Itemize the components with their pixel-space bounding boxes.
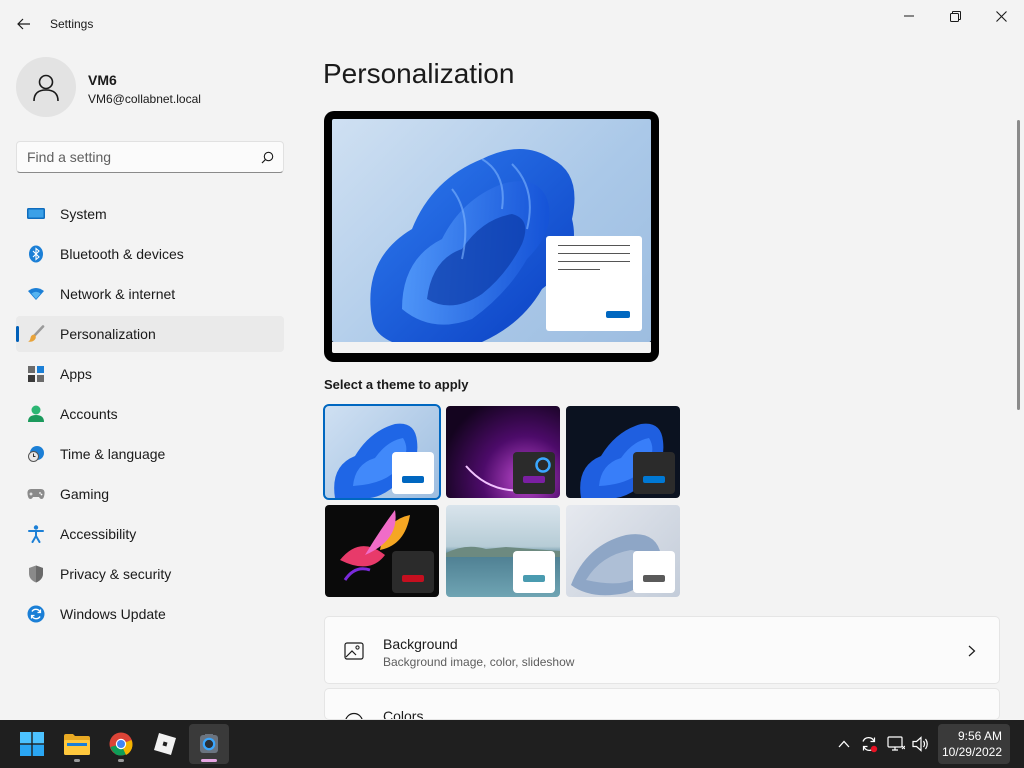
clock-time: 9:56 AM	[957, 729, 1002, 743]
gamepad-icon	[27, 485, 45, 503]
monitor-icon	[27, 205, 45, 223]
close-icon	[995, 10, 1007, 22]
sidebar-item-personalization[interactable]: Personalization	[16, 316, 284, 352]
chevron-right-icon	[965, 644, 979, 658]
start-button[interactable]	[12, 724, 52, 764]
chevron-up-icon[interactable]	[834, 734, 854, 754]
theme-captured-motion[interactable]	[325, 505, 439, 597]
theme-preview	[324, 111, 659, 362]
sidebar-item-windows-update[interactable]: Windows Update	[16, 596, 284, 632]
chrome-icon	[109, 732, 133, 756]
bluetooth-icon	[27, 245, 45, 263]
sidebar-item-network[interactable]: Network & internet	[16, 276, 284, 312]
wifi-icon	[27, 285, 45, 303]
taskbar: 9:56 AM 10/29/2022	[0, 720, 1024, 768]
theme-windows-light[interactable]	[323, 404, 441, 500]
search-box	[16, 141, 284, 173]
background-title: Background	[383, 636, 458, 652]
image-icon	[343, 640, 365, 662]
theme-flow[interactable]	[566, 505, 680, 597]
app-title: Settings	[50, 17, 94, 31]
brush-icon	[27, 325, 45, 343]
close-button[interactable]	[978, 4, 1024, 28]
settings-icon	[200, 734, 218, 753]
accessibility-icon	[27, 525, 45, 543]
search-input[interactable]	[17, 149, 251, 165]
sync-alert-icon[interactable]	[859, 734, 879, 754]
sidebar-item-bluetooth[interactable]: Bluetooth & devices	[16, 236, 284, 272]
update-icon	[27, 605, 45, 623]
taskbar-roblox[interactable]	[145, 724, 185, 764]
back-button[interactable]	[10, 10, 38, 38]
theme-sunrise[interactable]	[446, 505, 560, 597]
clock-globe-icon	[27, 445, 45, 463]
sidebar-item-apps[interactable]: Apps	[16, 356, 284, 392]
preview-accent-button	[606, 311, 630, 318]
taskbar-settings[interactable]	[189, 724, 229, 764]
file-explorer-icon	[64, 734, 90, 755]
network-monitor-icon[interactable]	[886, 734, 906, 754]
preview-taskbar	[332, 342, 651, 353]
preview-window	[546, 236, 642, 331]
clock-date: 10/29/2022	[941, 745, 1002, 759]
sidebar-item-privacy[interactable]: Privacy & security	[16, 556, 284, 592]
restore-icon	[949, 10, 961, 22]
scrollbar[interactable]	[1017, 120, 1020, 410]
background-card[interactable]: Background Background image, color, slid…	[324, 616, 1000, 684]
apps-icon	[27, 365, 45, 383]
person-icon	[33, 74, 59, 102]
page-title: Personalization	[323, 58, 515, 89]
colors-title: Colors	[383, 708, 424, 720]
restore-button[interactable]	[932, 4, 978, 28]
shield-icon	[27, 565, 45, 583]
back-arrow-icon	[17, 18, 30, 30]
sidebar-item-time-language[interactable]: Time & language	[16, 436, 284, 472]
colors-card[interactable]: Colors	[324, 688, 1000, 720]
sidebar-item-gaming[interactable]: Gaming	[16, 476, 284, 512]
minimize-button[interactable]	[886, 4, 932, 28]
start-icon	[20, 732, 44, 756]
background-subtitle: Background image, color, slideshow	[383, 655, 575, 669]
sidebar-item-accessibility[interactable]: Accessibility	[16, 516, 284, 552]
taskbar-file-explorer[interactable]	[57, 724, 97, 764]
wallpaper-preview	[332, 119, 651, 342]
search-icon[interactable]	[251, 142, 283, 172]
user-name: VM6	[88, 72, 117, 88]
cortana-ring-icon	[535, 457, 551, 473]
user-email: VM6@collabnet.local	[88, 92, 201, 106]
palette-icon	[343, 711, 365, 719]
sidebar-nav: System Bluetooth & devices Network & int…	[16, 196, 284, 636]
roblox-icon	[154, 733, 176, 755]
minimize-icon	[904, 15, 914, 17]
theme-windows-dark[interactable]	[566, 406, 680, 498]
taskbar-chrome[interactable]	[101, 724, 141, 764]
taskbar-clock[interactable]: 9:56 AM 10/29/2022	[938, 724, 1010, 764]
title-bar: Settings	[0, 0, 1024, 48]
theme-heading: Select a theme to apply	[324, 377, 469, 392]
theme-glow[interactable]	[446, 406, 560, 498]
avatar[interactable]	[16, 57, 76, 117]
volume-icon[interactable]	[911, 734, 931, 754]
sidebar-item-accounts[interactable]: Accounts	[16, 396, 284, 432]
sidebar-item-system[interactable]: System	[16, 196, 284, 232]
person-icon	[27, 405, 45, 423]
